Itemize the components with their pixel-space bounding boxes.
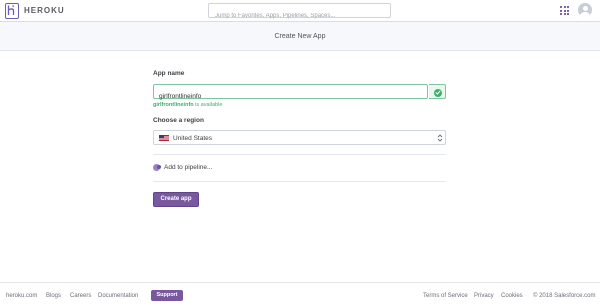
- region-label: Choose a region: [153, 117, 204, 124]
- region-value: United States: [173, 135, 213, 142]
- search-input[interactable]: [209, 9, 390, 23]
- available-app-name: girlfrontlineinfo: [153, 102, 194, 108]
- check-icon: [434, 90, 441, 95]
- search-field[interactable]: [208, 3, 391, 23]
- avatar-head-icon: [582, 5, 588, 11]
- availability-message: girlfrontlineinfo is available: [153, 102, 222, 108]
- footer-link-heroku[interactable]: heroku.com: [6, 293, 37, 299]
- us-flag-icon: [159, 135, 169, 141]
- apps-grid-icon[interactable]: [560, 6, 569, 15]
- pipeline-icon: [153, 164, 161, 171]
- copyright-text: © 2018 Salesforce.com: [533, 293, 596, 299]
- avatar-body-icon: [580, 11, 590, 17]
- footer-link-privacy[interactable]: Privacy: [474, 293, 494, 299]
- footer-link-blogs[interactable]: Blogs: [46, 293, 61, 299]
- page-title: Create New App: [274, 33, 326, 40]
- app-name-label: App name: [153, 70, 185, 77]
- footer-link-careers[interactable]: Careers: [70, 293, 91, 299]
- create-app-button[interactable]: Create app: [153, 192, 199, 207]
- heroku-logo-icon[interactable]: [5, 3, 19, 19]
- footer-link-terms[interactable]: Terms of Service: [423, 293, 468, 299]
- availability-indicator: [429, 84, 446, 99]
- availability-suffix: is available: [193, 102, 223, 108]
- avatar[interactable]: [578, 3, 592, 17]
- select-caret-icon: [437, 134, 443, 142]
- divider: [153, 154, 446, 155]
- pipeline-label: Add to pipeline...: [164, 164, 213, 171]
- region-select[interactable]: United States: [153, 130, 446, 145]
- footer-link-cookies[interactable]: Cookies: [501, 293, 523, 299]
- divider: [153, 181, 446, 182]
- page-header: Create New App: [0, 22, 600, 51]
- footer-link-documentation[interactable]: Documentation: [98, 293, 138, 299]
- app-name-field[interactable]: [153, 84, 428, 103]
- brand-name[interactable]: HEROKU: [24, 6, 65, 15]
- footer: heroku.com Blogs Careers Documentation S…: [0, 282, 600, 306]
- support-button[interactable]: Support: [151, 290, 183, 301]
- top-nav: HEROKU: [0, 0, 600, 23]
